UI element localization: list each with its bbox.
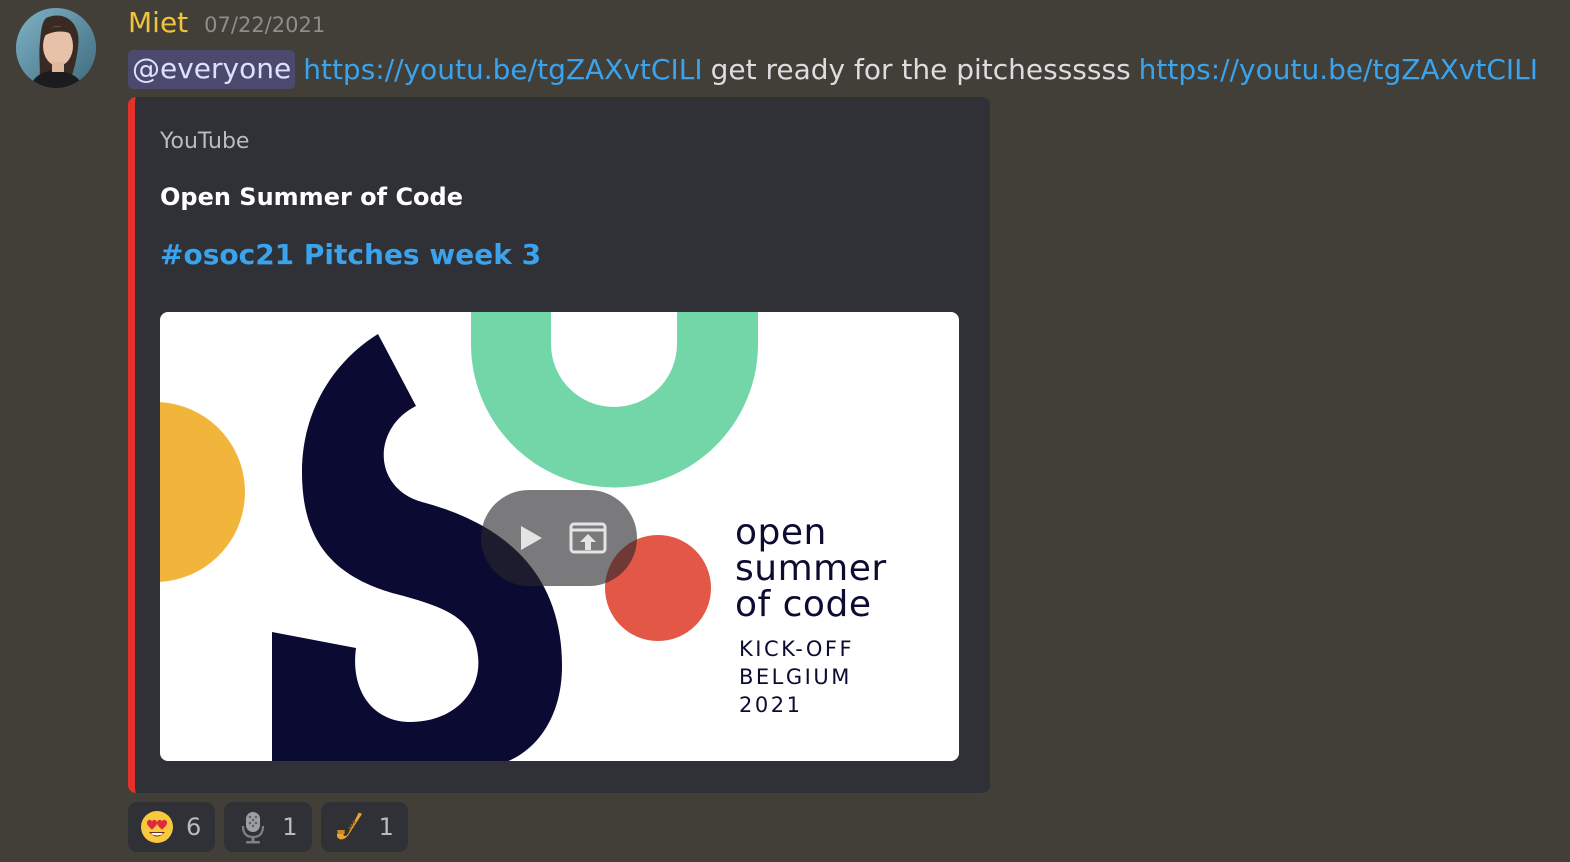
thumb-sub-belgium: BELGIUM [739,665,852,689]
video-controls-overlay [481,490,637,586]
reaction-microphone[interactable]: 1 [224,802,312,852]
open-external-icon[interactable] [565,515,611,561]
youtube-link-1[interactable]: https://youtu.be/tgZAXvtCILI [303,53,702,86]
embed-title-link[interactable]: #osoc21 Pitches week 3 [160,238,541,271]
everyone-mention[interactable]: @everyone [128,49,296,89]
reaction-saxophone[interactable]: 1 [320,802,408,852]
embed-provider: YouTube [160,129,250,154]
youtube-link-2[interactable]: https://youtu.be/tgZAXvtCILI [1139,53,1538,86]
username[interactable]: Miet [128,6,188,39]
thumb-line-open: open [735,512,827,553]
reaction-count: 1 [282,813,298,841]
thumb-line-summer: summer [735,548,887,589]
thumb-line-of-code: of code [735,584,872,625]
heart-eyes-emoji-icon [140,810,174,844]
user-avatar[interactable] [16,8,96,88]
thumbnail-caption: open summer of code KICK-OFF BELGIUM 202… [735,515,887,719]
youtube-embed: YouTube Open Summer of Code #osoc21 Pitc… [128,97,990,793]
message-header: Miet 07/22/2021 [128,6,325,39]
reaction-bar: 6 1 1 [128,802,408,852]
message-content: @everyone https://youtu.be/tgZAXvtCILI g… [128,46,1558,92]
play-icon[interactable] [507,515,553,561]
thumb-sub-kickoff: KICK-OFF [739,637,855,661]
video-thumbnail[interactable]: open summer of code KICK-OFF BELGIUM 202… [160,312,959,761]
chat-message: Miet 07/22/2021 @everyone https://youtu.… [0,0,1570,862]
reaction-count: 1 [378,813,394,841]
reaction-count: 6 [186,813,202,841]
embed-author[interactable]: Open Summer of Code [160,183,463,211]
microphone-emoji-icon [236,810,270,844]
thumb-sub-year: 2021 [739,693,803,717]
saxophone-emoji-icon [333,810,367,844]
timestamp: 07/22/2021 [204,13,326,37]
reaction-heart-eyes[interactable]: 6 [128,802,216,852]
message-text: get ready for the pitchessssss [710,52,1131,86]
